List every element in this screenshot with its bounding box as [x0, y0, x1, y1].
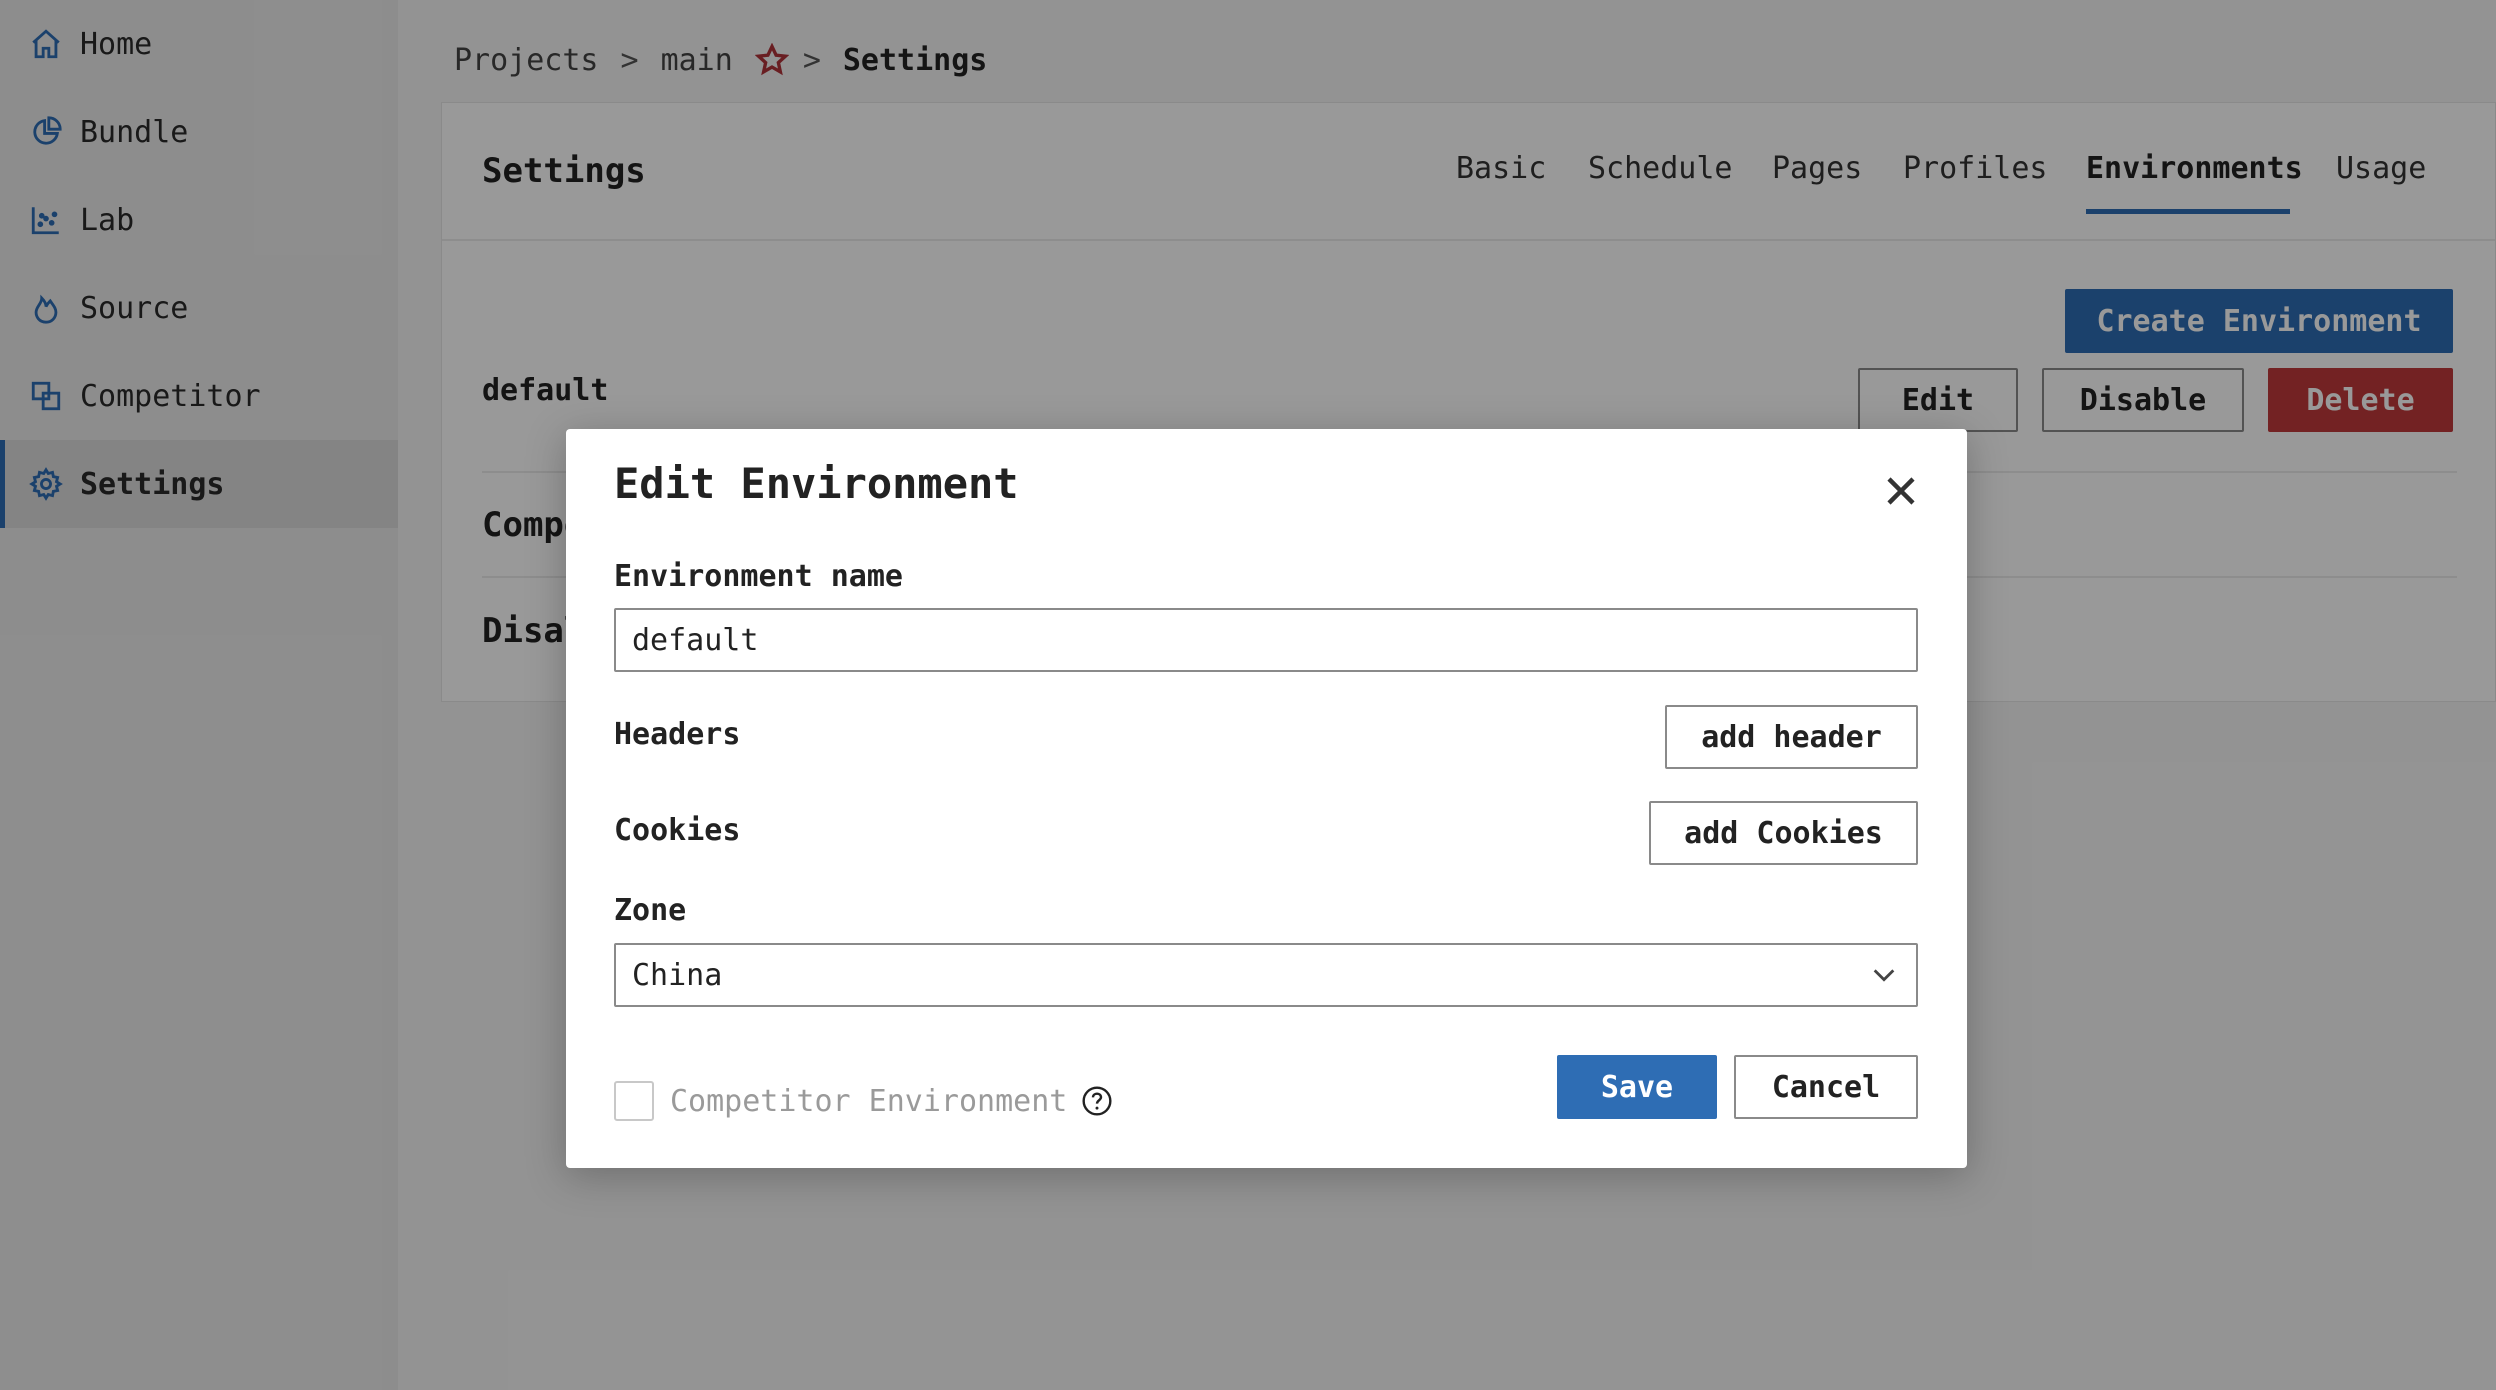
- edit-environment-dialog: Edit Environment Environment name Header…: [566, 429, 1967, 1168]
- competitor-environment-option: Competitor Environment: [614, 1079, 1113, 1123]
- help-icon[interactable]: [1081, 1085, 1113, 1117]
- headers-label: Headers: [614, 717, 741, 752]
- zone-select[interactable]: China: [614, 943, 1918, 1007]
- chevron-down-icon: [1870, 961, 1898, 989]
- close-icon[interactable]: [1883, 473, 1919, 509]
- competitor-environment-checkbox[interactable]: [614, 1081, 654, 1121]
- cookies-label: Cookies: [614, 813, 741, 848]
- add-header-button[interactable]: add header: [1665, 705, 1918, 769]
- environment-name-input[interactable]: [614, 608, 1918, 672]
- save-button[interactable]: Save: [1557, 1055, 1717, 1119]
- cancel-button[interactable]: Cancel: [1734, 1055, 1918, 1119]
- competitor-environment-label: Competitor Environment: [670, 1083, 1068, 1119]
- zone-label: Zone: [614, 893, 687, 928]
- zone-select-value: China: [632, 957, 723, 993]
- add-cookies-button[interactable]: add Cookies: [1649, 801, 1918, 865]
- environment-name-label: Environment name: [614, 559, 903, 594]
- dialog-title: Edit Environment: [614, 459, 1019, 508]
